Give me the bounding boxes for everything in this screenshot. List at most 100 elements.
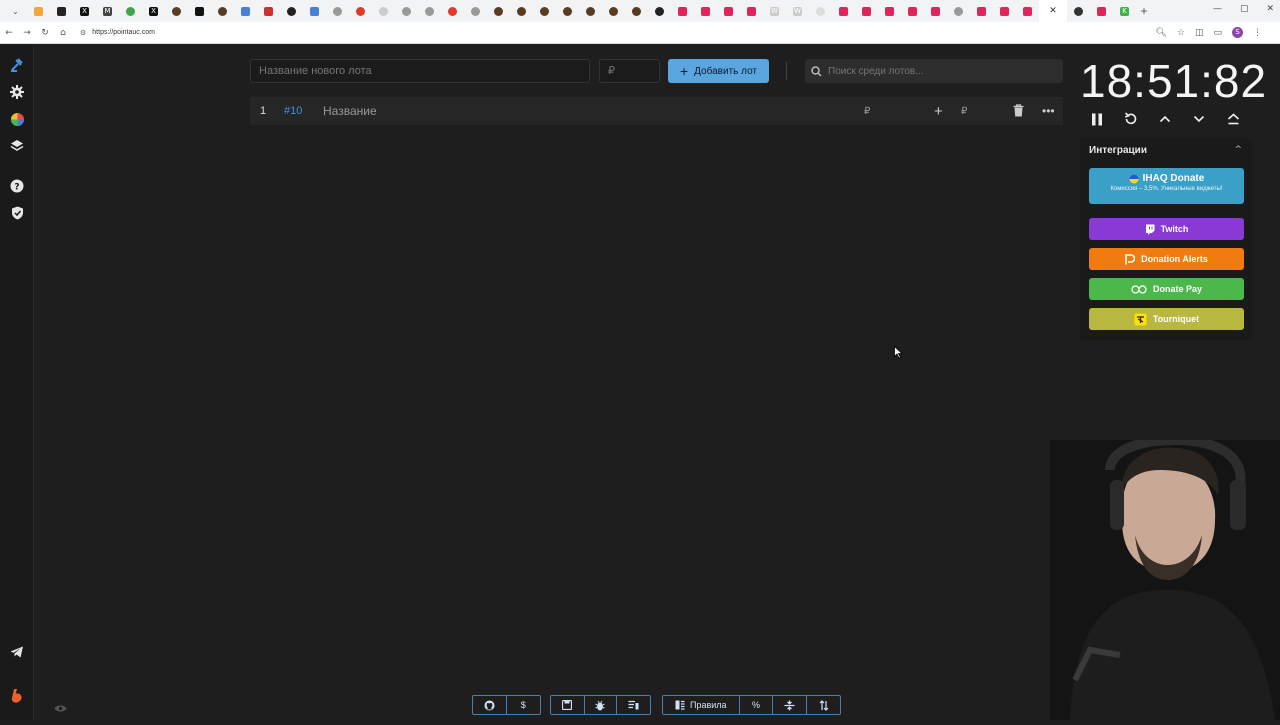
lot-amount-field[interactable]: ₽ bbox=[864, 106, 870, 117]
tab[interactable] bbox=[556, 0, 579, 22]
maximize-icon[interactable]: ▢ bbox=[1240, 4, 1249, 14]
lot-search[interactable] bbox=[805, 59, 1063, 83]
tab[interactable]: X bbox=[73, 0, 96, 22]
tab[interactable] bbox=[372, 0, 395, 22]
menu-icon[interactable]: ⋮ bbox=[1253, 28, 1262, 38]
tab[interactable] bbox=[50, 0, 73, 22]
tab[interactable] bbox=[349, 0, 372, 22]
github-icon[interactable] bbox=[473, 696, 507, 714]
site-info-icon[interactable]: ⚙ bbox=[80, 29, 86, 37]
tab[interactable] bbox=[970, 0, 993, 22]
tab-search-icon[interactable]: ⌄ bbox=[4, 0, 27, 22]
donate-pay-button[interactable]: Donate Pay bbox=[1089, 278, 1244, 300]
tab[interactable] bbox=[165, 0, 188, 22]
tab[interactable] bbox=[855, 0, 878, 22]
trash-icon[interactable] bbox=[1013, 104, 1024, 122]
reset-icon[interactable] bbox=[1122, 110, 1140, 128]
lot-name-field[interactable]: Название bbox=[323, 104, 377, 118]
bug-icon[interactable] bbox=[585, 696, 618, 714]
tab-active-close-icon[interactable]: ✕ bbox=[1039, 0, 1067, 22]
layers-icon[interactable] bbox=[8, 137, 26, 155]
tab[interactable] bbox=[947, 0, 970, 22]
tab[interactable] bbox=[993, 0, 1016, 22]
tourniquet-button[interactable]: Tourniquet bbox=[1089, 308, 1244, 330]
url-field[interactable]: ⚙ https://pointauc.com bbox=[80, 29, 155, 37]
tab[interactable] bbox=[924, 0, 947, 22]
lot-search-input[interactable] bbox=[828, 65, 1048, 77]
tab[interactable] bbox=[809, 0, 832, 22]
tab[interactable] bbox=[510, 0, 533, 22]
pause-icon[interactable] bbox=[1088, 110, 1106, 128]
tab[interactable] bbox=[280, 0, 303, 22]
add-lot-button[interactable]: + Добавить лот bbox=[668, 59, 769, 83]
tab[interactable] bbox=[901, 0, 924, 22]
forward-icon[interactable]: → bbox=[18, 28, 36, 38]
twitch-button[interactable]: Twitch bbox=[1089, 218, 1244, 240]
lot-id[interactable]: #10 bbox=[284, 105, 302, 117]
tab[interactable]: X bbox=[142, 0, 165, 22]
ihaq-donate-button[interactable]: IHAQ Donate Комиссия – 3,5%. Уникальные … bbox=[1089, 168, 1244, 204]
tab[interactable] bbox=[694, 0, 717, 22]
lot-add-amount-field[interactable]: ₽ bbox=[961, 106, 967, 117]
tab[interactable] bbox=[878, 0, 901, 22]
shield-icon[interactable] bbox=[8, 204, 26, 222]
eye-icon[interactable] bbox=[54, 700, 67, 718]
tab[interactable]: W bbox=[763, 0, 786, 22]
double-up-icon[interactable] bbox=[1224, 110, 1242, 128]
minimize-icon[interactable]: — bbox=[1213, 4, 1222, 14]
percent-icon[interactable]: % bbox=[740, 696, 774, 714]
tab[interactable] bbox=[648, 0, 671, 22]
tab[interactable] bbox=[1090, 0, 1113, 22]
tab[interactable]: W bbox=[786, 0, 809, 22]
tab[interactable] bbox=[579, 0, 602, 22]
bookmark-star-icon[interactable]: ☆ bbox=[1177, 28, 1185, 38]
split-icon[interactable] bbox=[773, 696, 808, 714]
tab[interactable] bbox=[326, 0, 349, 22]
tab[interactable] bbox=[1016, 0, 1039, 22]
tab[interactable]: M bbox=[96, 0, 119, 22]
save-icon[interactable] bbox=[551, 696, 585, 714]
tab[interactable] bbox=[487, 0, 510, 22]
telegram-icon[interactable] bbox=[8, 643, 26, 661]
donation-alerts-button[interactable]: Donation Alerts bbox=[1089, 248, 1244, 270]
tab[interactable] bbox=[257, 0, 280, 22]
new-tab-button[interactable]: + bbox=[1136, 4, 1152, 18]
lot-add-amount-button[interactable]: + bbox=[934, 103, 943, 120]
gavel-icon[interactable] bbox=[8, 56, 26, 74]
lot-price-input[interactable] bbox=[599, 59, 660, 83]
tab[interactable] bbox=[533, 0, 556, 22]
tab[interactable] bbox=[441, 0, 464, 22]
help-icon[interactable]: ? bbox=[8, 177, 26, 195]
sort-icon[interactable] bbox=[807, 696, 840, 714]
home-icon[interactable]: ⌂ bbox=[54, 28, 72, 38]
back-icon[interactable]: ← bbox=[0, 28, 18, 38]
tab[interactable] bbox=[464, 0, 487, 22]
more-options-icon[interactable]: ••• bbox=[1042, 104, 1055, 118]
tab[interactable] bbox=[395, 0, 418, 22]
rules-button[interactable]: Правила bbox=[663, 696, 740, 714]
collapse-icon[interactable]: ^ bbox=[1234, 145, 1242, 155]
tab[interactable] bbox=[303, 0, 326, 22]
tab[interactable] bbox=[671, 0, 694, 22]
gear-icon[interactable] bbox=[8, 83, 26, 101]
tab[interactable] bbox=[188, 0, 211, 22]
chevron-up-icon[interactable] bbox=[1156, 110, 1174, 128]
wheel-icon[interactable] bbox=[8, 110, 26, 128]
clear-list-icon[interactable] bbox=[617, 696, 650, 714]
tab[interactable] bbox=[119, 0, 142, 22]
tab[interactable] bbox=[717, 0, 740, 22]
boosty-icon[interactable] bbox=[8, 687, 26, 705]
extensions-icon[interactable]: ◫ bbox=[1195, 28, 1204, 38]
tab[interactable] bbox=[832, 0, 855, 22]
tab[interactable] bbox=[27, 0, 50, 22]
tab[interactable] bbox=[1067, 0, 1090, 22]
profile-avatar[interactable]: S bbox=[1232, 27, 1243, 38]
tab[interactable] bbox=[211, 0, 234, 22]
chevron-down-icon[interactable] bbox=[1190, 110, 1208, 128]
sidebar-icon[interactable]: ▭ bbox=[1213, 28, 1222, 38]
tab[interactable] bbox=[625, 0, 648, 22]
tab[interactable] bbox=[234, 0, 257, 22]
zoom-icon[interactable]: 🔍︎ bbox=[1155, 28, 1166, 38]
lot-name-input[interactable] bbox=[250, 59, 590, 83]
tab[interactable] bbox=[418, 0, 441, 22]
